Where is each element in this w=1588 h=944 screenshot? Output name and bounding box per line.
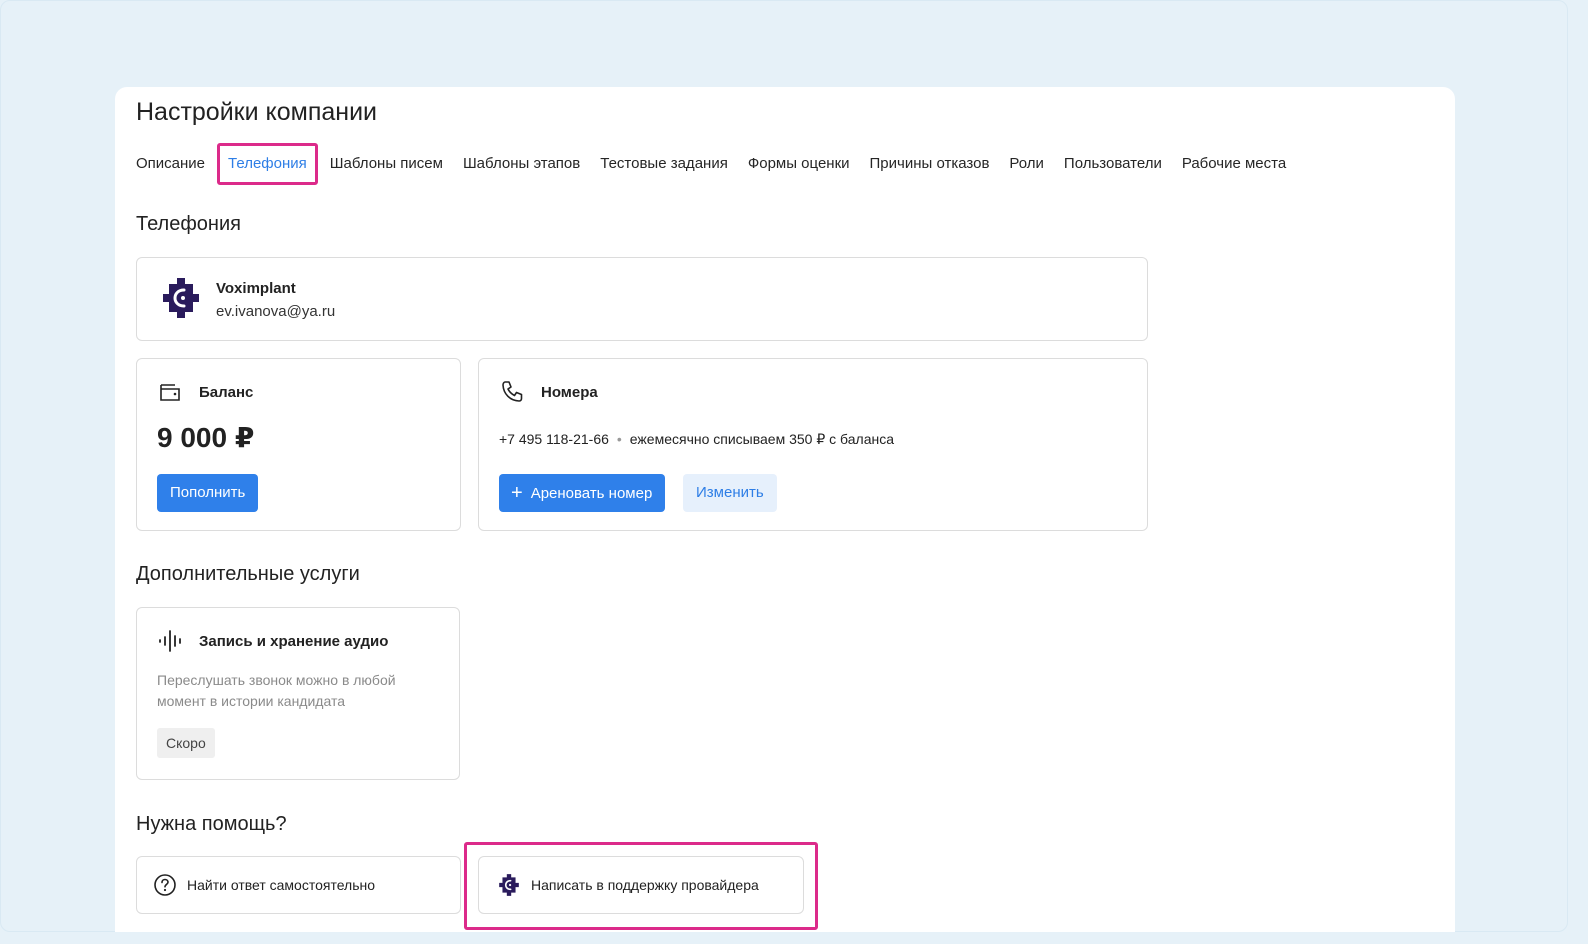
- telephony-section-title: Телефония: [136, 213, 241, 235]
- tab-rejection-reasons[interactable]: Причины отказов: [860, 143, 1000, 185]
- tab-evaluation-forms[interactable]: Формы оценки: [738, 143, 860, 185]
- tab-roles[interactable]: Роли: [999, 143, 1054, 185]
- extra-section-title: Дополнительные услуги: [136, 563, 360, 585]
- balance-label: Баланс: [199, 383, 254, 401]
- support-highlight-frame: [464, 842, 818, 930]
- wallet-icon: [160, 384, 180, 401]
- audio-label: Запись и хранение аудио: [199, 632, 389, 650]
- self-help-button[interactable]: Найти ответ самостоятельно: [136, 856, 461, 914]
- voximplant-puzzle-icon: [163, 278, 199, 318]
- balance-card: Баланс 9 000 ₽ Пополнить: [136, 358, 461, 531]
- provider-name: Voximplant: [216, 280, 296, 297]
- rent-number-button[interactable]: + Ареновать номер: [499, 474, 666, 512]
- tab-workplaces[interactable]: Рабочие места: [1172, 143, 1296, 185]
- rent-number-label: Ареновать номер: [530, 485, 653, 502]
- audio-description: Переслушать звонок можно в любой момент …: [157, 672, 396, 709]
- audio-wave-icon: [159, 630, 181, 652]
- soon-badge: Скоро: [157, 728, 215, 758]
- provider-email: ev.ivanova@ya.ru: [216, 303, 336, 320]
- billing-info: ежемесячно списываем 350 ₽ с баланса: [629, 431, 894, 447]
- balance-amount: 9 000 ₽: [157, 422, 255, 453]
- numbers-card: Номера +7 495 118-21-66 • ежемесячно списы…: [478, 358, 1148, 531]
- tab-test-tasks[interactable]: Тестовые задания: [590, 143, 738, 185]
- provider-card: Voximplant ev.ivanova@ya.ru: [136, 257, 1148, 341]
- numbers-label: Номера: [541, 383, 598, 401]
- tab-stage-templates[interactable]: Шаблоны этапов: [453, 143, 590, 185]
- edit-button[interactable]: Изменить: [683, 474, 777, 512]
- numbers-line: +7 495 118-21-66 • ежемесячно списываем 35…: [499, 431, 894, 448]
- phone-number: +7 495 118-21-66: [499, 431, 609, 447]
- audio-card: Запись и хранение аудио Переслушать звон…: [136, 607, 460, 780]
- phone-icon: [502, 381, 523, 402]
- topup-button[interactable]: Пополнить: [157, 474, 259, 512]
- tab-telephony[interactable]: Телефония: [217, 143, 318, 185]
- tab-email-templates[interactable]: Шаблоны писем: [320, 143, 453, 185]
- tabs-bar: Описание Телефония Шаблоны писем Шаблоны…: [136, 143, 1296, 185]
- page-title: Настройки компании: [136, 98, 378, 126]
- tab-description[interactable]: Описание: [136, 143, 215, 185]
- plus-icon: +: [511, 482, 523, 504]
- settings-card: Настройки компании Описание Телефония Ша…: [115, 87, 1455, 932]
- separator-dot: •: [616, 431, 622, 447]
- question-circle-icon: [154, 874, 176, 896]
- tab-users[interactable]: Пользователи: [1054, 143, 1172, 185]
- self-help-label: Найти ответ самостоятельно: [187, 877, 376, 893]
- help-section-title: Нужна помощь?: [136, 813, 287, 835]
